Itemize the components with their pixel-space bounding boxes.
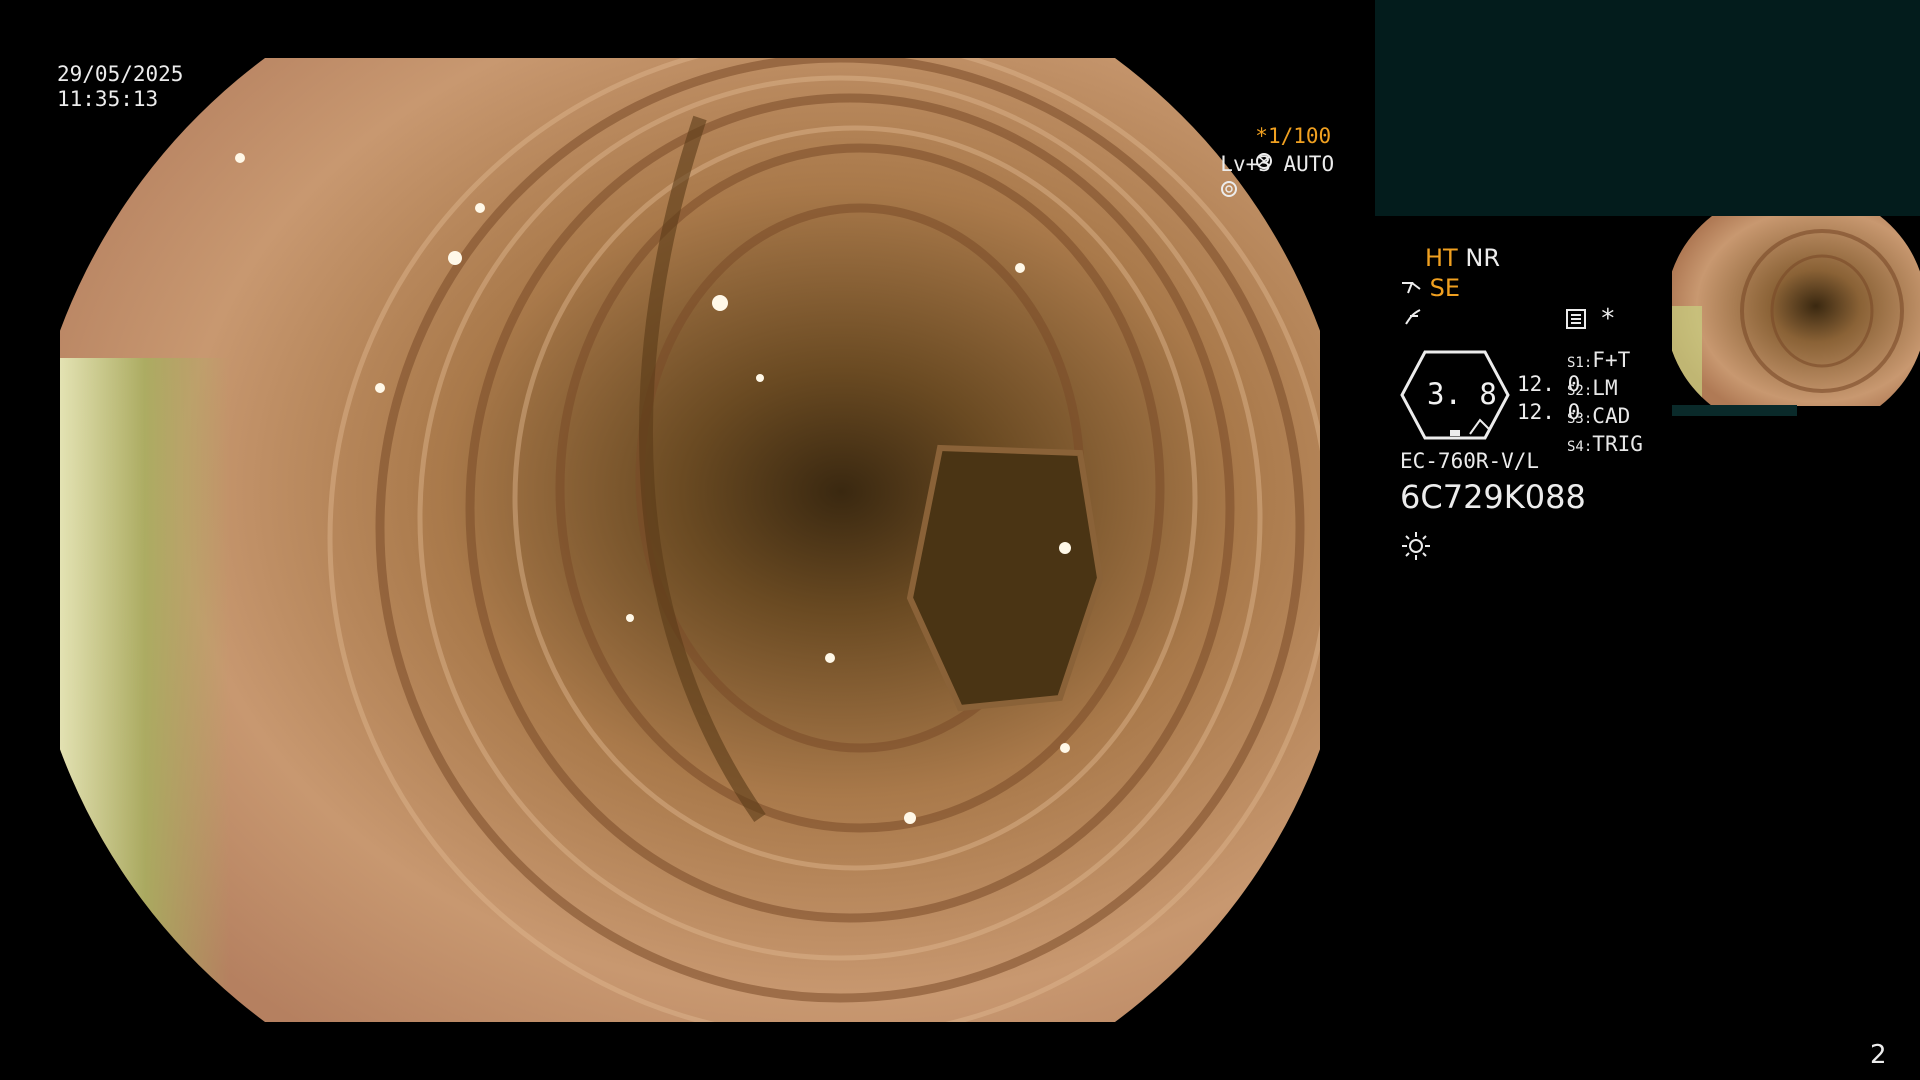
se-icon: [1402, 282, 1421, 294]
asterisk-icon: *: [1600, 304, 1616, 334]
thumbnail-image: [1672, 216, 1920, 416]
s3-label: S3:: [1567, 411, 1593, 427]
s1-row: S1:F+T: [1567, 348, 1643, 376]
level-indicator: Lv+3 AUTO: [1195, 127, 1334, 202]
auto-level-icon: [1221, 181, 1238, 197]
thumbnail-bar: [1672, 405, 1797, 416]
s4-label: S4:: [1567, 439, 1593, 455]
s3-value: CAD: [1592, 404, 1631, 428]
scope-model: EC-760R-V/L: [1400, 449, 1540, 473]
page-number: 2: [1870, 1040, 1887, 1070]
nr-label: NR: [1465, 244, 1500, 272]
filter-icon: [1405, 309, 1421, 325]
scope-serial: 6C729K088: [1400, 478, 1586, 516]
status-panel: [1375, 0, 1920, 216]
s2-row: S2:LM: [1567, 376, 1643, 404]
se-row: SE: [1400, 274, 1460, 302]
s2-value: LM: [1592, 376, 1618, 400]
s1-value: F+T: [1592, 348, 1631, 372]
time-label: 11:35:13: [57, 87, 159, 111]
s4-row: S4:TRIG: [1567, 432, 1643, 460]
light-icon: [1402, 532, 1430, 560]
level-value: Lv+3 AUTO: [1220, 152, 1335, 176]
s1-label: S1:: [1567, 355, 1593, 371]
s2-label: S2:: [1567, 383, 1593, 399]
switch-settings: S1:F+T S2:LM S3:CAD S4:TRIG: [1567, 348, 1643, 460]
s4-value: TRIG: [1592, 432, 1643, 456]
date-label: 29/05/2025: [57, 62, 184, 86]
s3-row: S3:CAD: [1567, 404, 1643, 432]
menu-icon: [1566, 309, 1586, 329]
mode-row: HT NR: [1425, 244, 1500, 272]
endoscopic-image: [60, 58, 1320, 1022]
dial-value: 3. 8: [1427, 377, 1497, 411]
ht-label: HT: [1425, 244, 1458, 272]
se-label: SE: [1429, 274, 1461, 302]
